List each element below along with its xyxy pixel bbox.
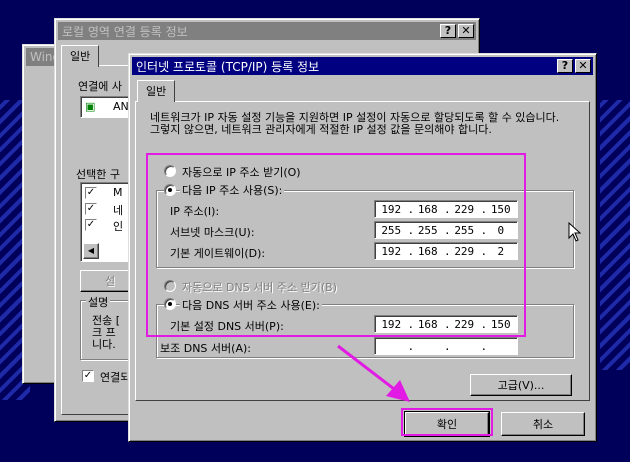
component-label-3: 인	[113, 220, 124, 233]
alternate-dns-label: 보조 DNS 서버(A):	[160, 342, 251, 355]
network-card-icon: ▣	[85, 100, 96, 113]
component-checkbox-2[interactable]: ✓	[85, 203, 97, 215]
tcpip-tab-general-label: 일반	[146, 85, 167, 98]
info-text: 네트워크가 IP 자동 설정 기능을 지원하면 IP 설정이 자동으로 할당되도…	[150, 111, 560, 136]
local-close-button[interactable]: ✕	[458, 24, 474, 38]
annotation-arrow-icon	[337, 344, 410, 402]
tcpip-tab-general[interactable]: 일반	[137, 80, 176, 102]
component-checkbox-3[interactable]: ✓	[85, 219, 97, 231]
description-group-label: 설명	[86, 294, 111, 310]
desktop-pattern-right	[600, 100, 630, 370]
local-connection-title: 로컬 영역 연결 등록 정보	[62, 24, 188, 39]
scroll-left-button[interactable]: ◀	[83, 243, 99, 259]
install-button-label: 설	[104, 275, 116, 288]
show-icon-label: 연결되	[100, 371, 131, 384]
mouse-cursor-icon	[568, 222, 582, 242]
advanced-button-label: 고급(V)...	[497, 379, 545, 392]
tcpip-help-button[interactable]: ?	[557, 59, 573, 73]
description-line-3: 니다.	[92, 338, 116, 351]
show-icon-checkbox[interactable]: ✓	[82, 370, 94, 382]
connect-using-label: 연결에 사	[78, 80, 122, 93]
tcpip-close-button[interactable]: ✕	[575, 59, 591, 73]
component-label-1: M	[113, 186, 123, 199]
component-label-2: 네	[113, 204, 124, 217]
cancel-button-label: 취소	[532, 418, 554, 431]
local-help-button[interactable]: ?	[440, 24, 456, 38]
local-tab-general[interactable]: 일반	[61, 45, 100, 67]
local-connection-titlebar[interactable]: 로컬 영역 연결 등록 정보 ? ✕	[58, 22, 476, 40]
advanced-button[interactable]: 고급(V)...	[470, 374, 572, 396]
component-checkbox-1[interactable]: ✓	[85, 187, 97, 199]
tcpip-title: 인터넷 프로토콜 (TCP/IP) 등록 정보	[136, 59, 320, 74]
adapter-name: AN	[113, 100, 129, 113]
components-label: 선택한 구	[76, 168, 120, 181]
annotation-highlight-ok-button	[401, 408, 493, 436]
cancel-button[interactable]: 취소	[501, 412, 585, 436]
annotation-highlight-ip-settings	[146, 153, 526, 337]
local-tab-general-label: 일반	[70, 50, 91, 63]
tcpip-titlebar[interactable]: 인터넷 프로토콜 (TCP/IP) 등록 정보 ? ✕	[132, 57, 593, 75]
